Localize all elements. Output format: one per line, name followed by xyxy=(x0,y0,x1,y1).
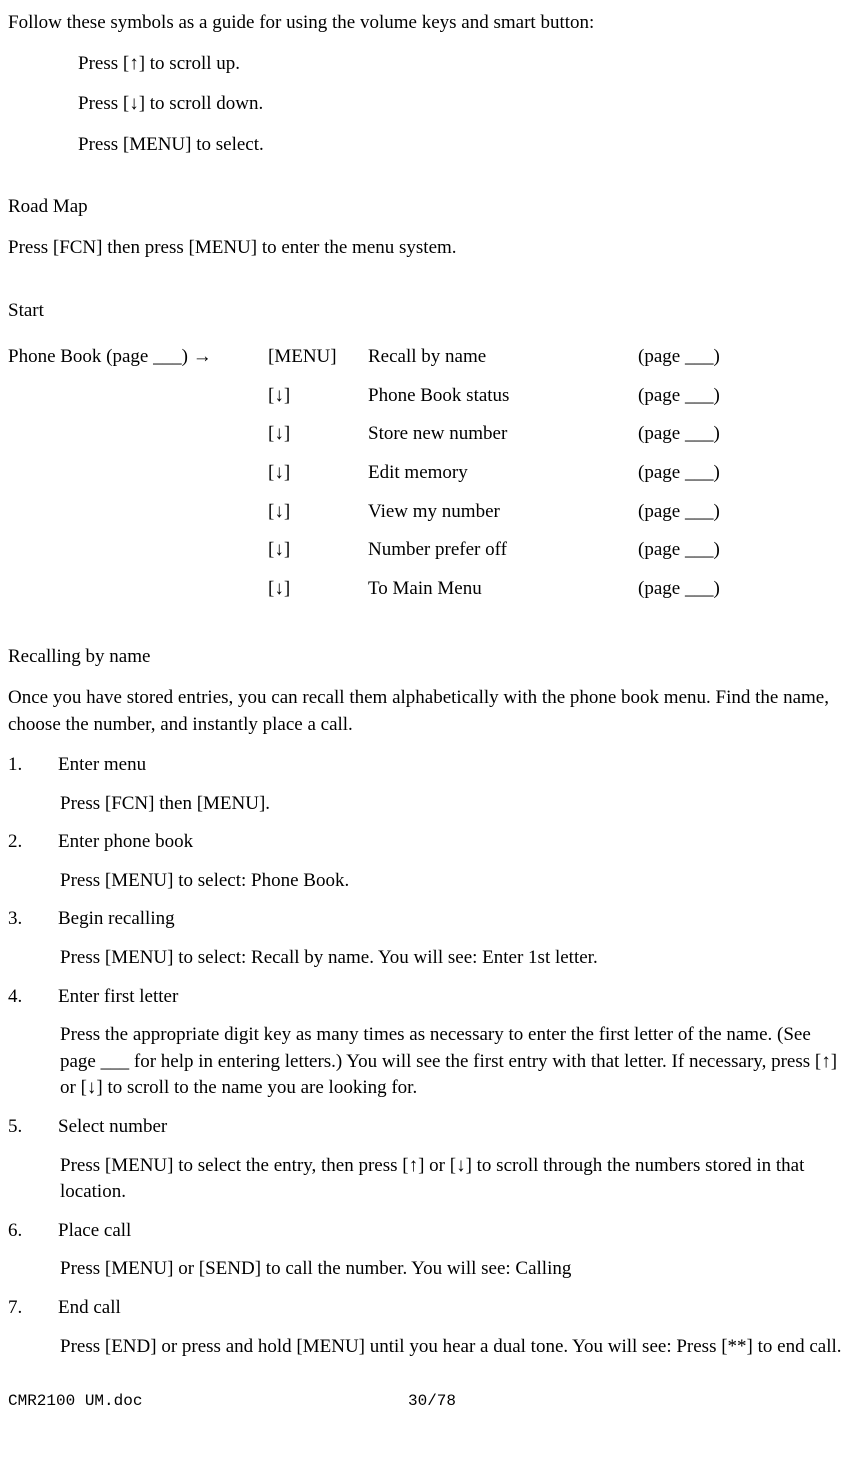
menu-page: (page ___) xyxy=(638,377,720,416)
footer-filename: CMR2100 UM.doc xyxy=(8,1390,408,1412)
table-row: [↓] To Main Menu (page ___) xyxy=(8,570,720,609)
list-item: 7. End call Press [END] or press and hol… xyxy=(8,1295,845,1360)
table-row: [↓] Edit memory (page ___) xyxy=(8,454,720,493)
step-title: Enter menu xyxy=(58,752,845,779)
step-num: 1. xyxy=(8,752,58,817)
footer-pagenum: 30/78 xyxy=(408,1390,456,1412)
recalling-intro: Once you have stored entries, you can re… xyxy=(8,685,845,738)
bullet-select: Press [MENU] to select. xyxy=(8,132,845,159)
table-row: [↓] Store new number (page ___) xyxy=(8,415,720,454)
step-title: Enter first letter xyxy=(58,984,845,1011)
step-num: 2. xyxy=(8,829,58,894)
bullet-scroll-up: Press [↑] to scroll up. xyxy=(8,51,845,78)
list-item: 3. Begin recalling Press [MENU] to selec… xyxy=(8,906,845,971)
roadmap-text: Press [FCN] then press [MENU] to enter t… xyxy=(8,235,845,262)
menu-page: (page ___) xyxy=(638,338,720,377)
step-title: Begin recalling xyxy=(58,906,845,933)
menu-page: (page ___) xyxy=(638,531,720,570)
step-body: Press [MENU] to select: Phone Book. xyxy=(60,868,845,895)
menu-func: Number prefer off xyxy=(368,531,638,570)
step-num: 5. xyxy=(8,1114,58,1206)
step-body: Press [MENU] or [SEND] to call the numbe… xyxy=(60,1256,845,1283)
menu-func: Edit memory xyxy=(368,454,638,493)
step-body: Press the appropriate digit key as many … xyxy=(60,1022,845,1102)
menu-key: [↓] xyxy=(268,454,368,493)
menu-func: To Main Menu xyxy=(368,570,638,609)
list-item: 2. Enter phone book Press [MENU] to sele… xyxy=(8,829,845,894)
menu-func: Store new number xyxy=(368,415,638,454)
table-row: [↓] Phone Book status (page ___) xyxy=(8,377,720,416)
step-title: Select number xyxy=(58,1114,845,1141)
menu-key: [↓] xyxy=(268,377,368,416)
menu-func: View my number xyxy=(368,493,638,532)
step-num: 7. xyxy=(8,1295,58,1360)
menu-table: Phone Book (page ___) → [MENU] Recall by… xyxy=(8,338,720,608)
menu-key: [↓] xyxy=(268,570,368,609)
menu-page: (page ___) xyxy=(638,415,720,454)
recalling-heading: Recalling by name xyxy=(8,644,845,671)
menu-func: Phone Book status xyxy=(368,377,638,416)
step-title: Enter phone book xyxy=(58,829,845,856)
menu-page: (page ___) xyxy=(638,493,720,532)
bullet-scroll-down: Press [↓] to scroll down. xyxy=(8,91,845,118)
step-num: 3. xyxy=(8,906,58,971)
phone-book-label: Phone Book (page ___) → xyxy=(8,338,268,377)
table-row: [↓] View my number (page ___) xyxy=(8,493,720,532)
intro-text: Follow these symbols as a guide for usin… xyxy=(8,10,845,37)
menu-page: (page ___) xyxy=(638,570,720,609)
table-row: [↓] Number prefer off (page ___) xyxy=(8,531,720,570)
step-title: End call xyxy=(58,1295,845,1322)
step-title: Place call xyxy=(58,1218,845,1245)
roadmap-heading: Road Map xyxy=(8,194,845,221)
menu-key: [↓] xyxy=(268,531,368,570)
step-body: Press [FCN] then [MENU]. xyxy=(60,791,845,818)
menu-key: [MENU] xyxy=(268,338,368,377)
step-num: 6. xyxy=(8,1218,58,1283)
start-heading: Start xyxy=(8,298,845,325)
menu-key: [↓] xyxy=(268,493,368,532)
menu-page: (page ___) xyxy=(638,454,720,493)
steps-list: 1. Enter menu Press [FCN] then [MENU]. 2… xyxy=(8,752,845,1360)
list-item: 5. Select number Press [MENU] to select … xyxy=(8,1114,845,1206)
list-item: 1. Enter menu Press [FCN] then [MENU]. xyxy=(8,752,845,817)
menu-func: Recall by name xyxy=(368,338,638,377)
step-body: Press [MENU] to select: Recall by name. … xyxy=(60,945,845,972)
menu-key: [↓] xyxy=(268,415,368,454)
table-row: Phone Book (page ___) → [MENU] Recall by… xyxy=(8,338,720,377)
list-item: 6. Place call Press [MENU] or [SEND] to … xyxy=(8,1218,845,1283)
step-num: 4. xyxy=(8,984,58,1102)
step-body: Press [MENU] to select the entry, then p… xyxy=(60,1153,845,1206)
footer: CMR2100 UM.doc 30/78 xyxy=(8,1390,845,1412)
step-body: Press [END] or press and hold [MENU] unt… xyxy=(60,1334,845,1361)
list-item: 4. Enter first letter Press the appropri… xyxy=(8,984,845,1102)
